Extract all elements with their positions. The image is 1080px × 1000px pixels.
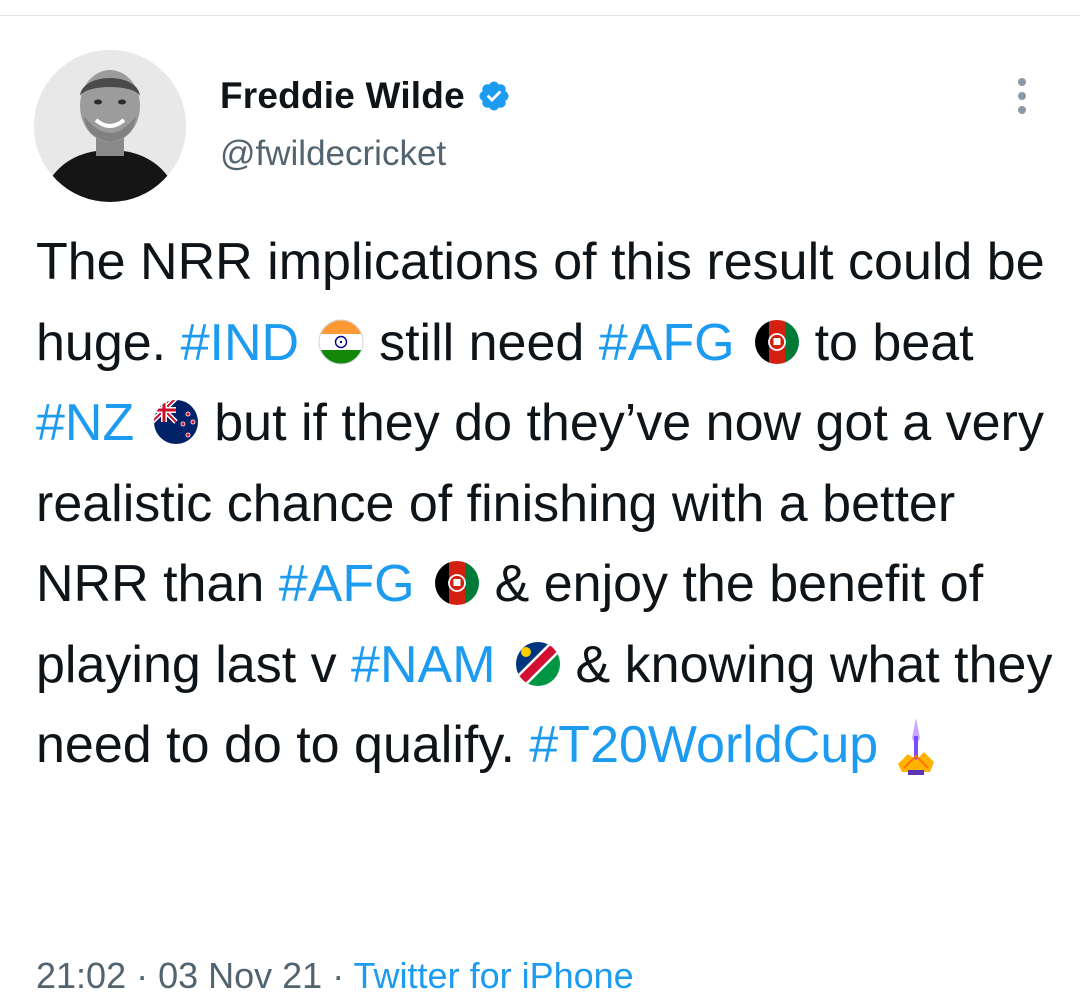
- author-block: Freddie Wilde @fwildecricket: [220, 70, 511, 174]
- tweet-meta: 21:02 · 03 Nov 21 · Twitter for iPhone: [36, 955, 634, 997]
- afghanistan-flag-icon: [754, 319, 799, 364]
- handle[interactable]: @fwildecricket: [220, 134, 511, 174]
- hashtag-link[interactable]: #IND: [181, 314, 299, 372]
- hashtag-link[interactable]: #NAM: [351, 636, 495, 694]
- name-row: Freddie Wilde: [220, 70, 511, 122]
- afghanistan-flag-icon: [434, 561, 479, 605]
- tweet-text-segment: to beat: [814, 313, 974, 372]
- hashtag-link[interactable]: #AFG: [599, 314, 735, 372]
- tweet: Freddie Wilde @fwildecricket The NRR imp…: [0, 0, 1080, 1000]
- tweet-text: The NRR implications of this result coul…: [36, 222, 1066, 786]
- hashtag-link[interactable]: #NZ: [36, 394, 134, 452]
- t20-trophy-icon: [894, 716, 938, 776]
- hashtag-link[interactable]: #T20WorldCup: [529, 716, 878, 774]
- india-flag-icon: [318, 319, 364, 364]
- tweet-source[interactable]: Twitter for iPhone: [354, 955, 634, 996]
- profile-photo-icon: [34, 50, 186, 202]
- verified-badge-icon: [479, 81, 509, 111]
- meta-separator: ·: [126, 955, 159, 996]
- new-zealand-flag-icon: [154, 400, 199, 444]
- meta-separator: ·: [322, 955, 354, 996]
- more-options-icon[interactable]: [1010, 76, 1034, 116]
- tweet-time[interactable]: 21:02: [36, 955, 126, 996]
- namibia-flag-icon: [515, 641, 560, 686]
- tweet-date[interactable]: 03 Nov 21: [158, 955, 322, 996]
- display-name[interactable]: Freddie Wilde: [220, 75, 465, 117]
- hashtag-link[interactable]: #AFG: [279, 555, 415, 613]
- avatar[interactable]: [34, 50, 186, 202]
- tweet-text-segment: still need: [379, 313, 599, 372]
